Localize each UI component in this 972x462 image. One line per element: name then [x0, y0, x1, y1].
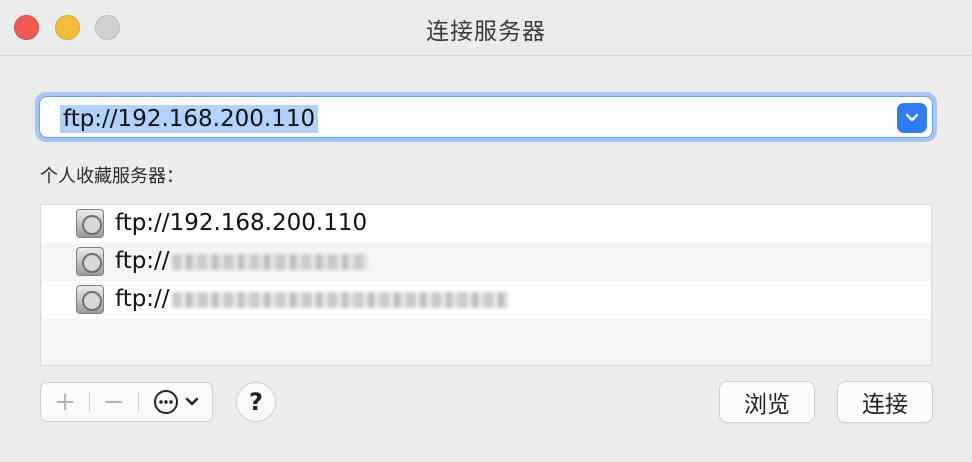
network-drive-icon	[76, 285, 104, 314]
list-item[interactable]: ftp://	[41, 281, 931, 319]
plus-icon: +	[54, 387, 76, 417]
favorite-servers-list[interactable]: ftp://192.168.200.110 ftp:// ftp://	[40, 204, 932, 366]
question-mark-icon: ?	[249, 388, 263, 416]
server-address: 192.168.200.110	[169, 210, 368, 236]
remove-favorite-button[interactable]: −	[90, 383, 138, 421]
window-title: 连接服务器	[426, 19, 546, 45]
more-options-button[interactable]	[139, 383, 213, 421]
server-prefix: ftp://	[115, 248, 170, 274]
server-address-combo[interactable]: ftp://192.168.200.110	[35, 92, 937, 142]
redacted-address	[171, 253, 368, 270]
minus-icon: −	[103, 387, 125, 417]
server-prefix: ftp://	[115, 286, 170, 312]
network-drive-icon	[76, 209, 104, 238]
list-item[interactable]: ftp://192.168.200.110	[41, 205, 931, 243]
empty-row	[41, 319, 931, 357]
history-dropdown-button[interactable]	[897, 103, 927, 133]
redacted-address	[171, 291, 508, 308]
server-prefix: ftp://	[115, 210, 170, 236]
server-address-text[interactable]: ftp://192.168.200.110	[60, 105, 319, 133]
connect-button[interactable]: 连接	[837, 381, 933, 423]
connect-to-server-window: 连接服务器 ftp://192.168.200.110 个人收藏服务器： ftp…	[0, 0, 972, 462]
server-address-field[interactable]: ftp://192.168.200.110	[39, 96, 933, 138]
add-favorite-button[interactable]: +	[41, 383, 89, 421]
browse-button[interactable]: 浏览	[719, 381, 815, 423]
list-edit-controls: + −	[40, 382, 213, 422]
list-item[interactable]: ftp://	[41, 243, 931, 281]
help-button[interactable]: ?	[236, 382, 276, 422]
network-drive-icon	[76, 247, 104, 276]
chevron-down-icon	[185, 397, 199, 406]
ellipsis-circle-icon	[154, 390, 178, 414]
favorite-servers-label: 个人收藏服务器：	[40, 166, 184, 187]
title-bar: 连接服务器	[0, 0, 972, 56]
chevron-down-icon	[905, 113, 919, 122]
